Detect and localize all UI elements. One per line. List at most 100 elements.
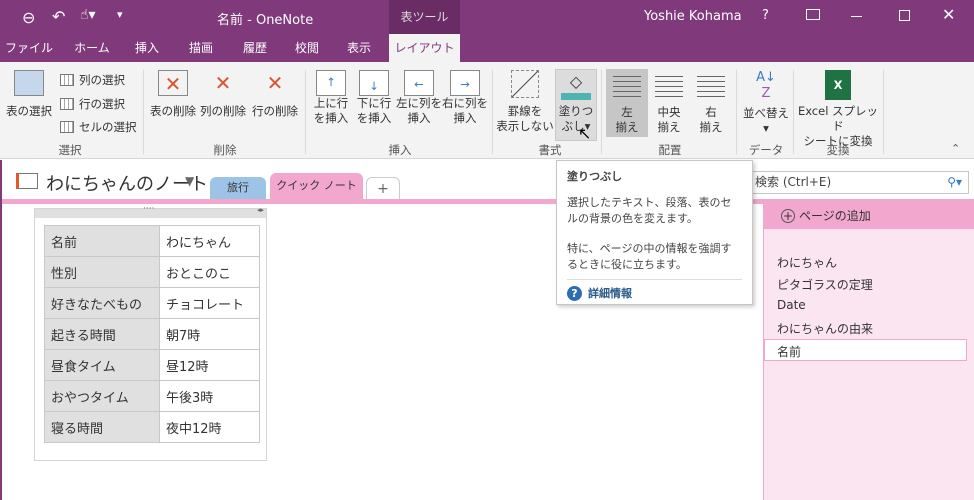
notebook-dropdown-icon[interactable]: ▼ <box>185 174 194 188</box>
help-button[interactable]: ? <box>762 8 769 23</box>
window-title: 名前 - OneNote <box>217 13 314 28</box>
insert-below-icon: ↓ <box>359 70 389 96</box>
align-right-button[interactable]: 右揃え <box>690 69 732 135</box>
value-cell[interactable]: チョコレート <box>159 287 260 319</box>
search-input[interactable]: 検索 (Ctrl+E) ⚲▾ <box>750 171 969 194</box>
select-cell-button[interactable]: セルの選択 <box>60 119 137 135</box>
delete-table-button[interactable]: ✕ 表の削除 <box>148 70 198 119</box>
tab-file[interactable]: ファイル <box>0 34 58 62</box>
tab-insert[interactable]: 挿入 <box>122 34 172 62</box>
ribbon-tabs: ファイル ホーム 挿入 描画 履歴 校閲 表示 レイアウト <box>0 34 974 62</box>
touch-mode-icon[interactable]: ☝▾ <box>80 7 96 23</box>
label: 揃え <box>657 120 681 134</box>
value-cell[interactable]: わにちゃん <box>159 225 260 257</box>
key-cell[interactable]: 昼食タイム <box>44 349 160 381</box>
page-item[interactable]: 名前 <box>777 343 801 360</box>
group-label-format: 書式 <box>538 143 562 157</box>
sort-button[interactable]: A↓ Z 並べ替え ▾ <box>740 70 792 136</box>
container-handle[interactable]: ···· ◂▸ <box>35 204 266 218</box>
insert-above-button[interactable]: ↑ 上に行 を挿入 <box>310 70 352 126</box>
label: 挿入 <box>453 111 477 125</box>
notebook-name[interactable]: わにちゃんのノート <box>46 170 208 196</box>
select-table-button[interactable]: 表の選択 <box>4 70 54 119</box>
group-label-select: 選択 <box>58 143 82 157</box>
label: セルの選択 <box>79 120 137 134</box>
page-item[interactable]: わにちゃんの由来 <box>777 320 873 337</box>
value-cell[interactable]: 夜中12時 <box>159 411 260 443</box>
section-tab-quick-notes[interactable]: クイック ノート <box>270 173 363 199</box>
resize-handle-icon[interactable]: ◂▸ <box>257 206 264 214</box>
label: 右 <box>705 105 717 119</box>
select-row-button[interactable]: 行の選択 <box>60 96 125 112</box>
tab-history[interactable]: 履歴 <box>230 34 280 62</box>
value-cell[interactable]: おとこのこ <box>159 256 260 288</box>
align-left-button[interactable]: 左揃え <box>606 69 648 137</box>
tab-view[interactable]: 表示 <box>334 34 384 62</box>
minimize-icon[interactable] <box>851 16 862 17</box>
key-cell[interactable]: 名前 <box>44 225 160 257</box>
tooltip-body: 特に、ページの中の情報を強調するときに役に立ちます。 <box>567 242 732 271</box>
divider <box>601 70 602 154</box>
table-row: 性別 おとこのこ <box>44 256 260 288</box>
label: 右に列を <box>442 96 488 110</box>
key-cell[interactable]: 性別 <box>44 256 160 288</box>
label: 中央 <box>657 105 681 119</box>
hide-borders-icon <box>511 70 539 98</box>
key-cell[interactable]: 好きなたべもの <box>44 287 160 319</box>
tab-review[interactable]: 校閲 <box>282 34 332 62</box>
close-icon[interactable]: ✕ <box>942 5 955 24</box>
value-cell[interactable]: 昼12時 <box>159 349 260 381</box>
align-center-button[interactable]: 中央 揃え <box>648 69 690 135</box>
add-section-button[interactable]: + <box>366 177 400 199</box>
convert-to-excel-button[interactable]: X Excel スプレッド シートに変換 <box>796 70 880 149</box>
delete-row-button[interactable]: ✕ 行の削除 <box>250 70 300 119</box>
user-name[interactable]: Yoshie Kohama <box>644 9 742 24</box>
page-item[interactable]: ピタゴラスの定理 <box>777 276 873 293</box>
delete-column-button[interactable]: ✕ 列の削除 <box>198 70 248 119</box>
customize-qat-icon[interactable]: ▾ <box>117 8 123 21</box>
table-row: 名前 わにちゃん <box>44 225 260 257</box>
value-cell[interactable]: 午後3時 <box>159 380 260 412</box>
more-info-link[interactable]: ? 詳細情報 <box>567 279 742 302</box>
excel-icon: X <box>825 70 851 100</box>
label: 左に列を <box>396 96 442 110</box>
insert-below-button[interactable]: ↓ 下に行 を挿入 <box>353 70 395 126</box>
maximize-icon[interactable] <box>899 10 910 21</box>
divider <box>143 70 144 154</box>
insert-left-button[interactable]: ← 左に列を 挿入 <box>396 70 442 126</box>
label: 下に行 <box>356 96 392 110</box>
section-tab-travel[interactable]: 旅行 <box>210 177 266 199</box>
key-cell[interactable]: 寝る時間 <box>44 411 160 443</box>
tab-home[interactable]: ホーム <box>64 34 120 62</box>
back-icon[interactable]: ⊖ <box>22 8 35 27</box>
label: 左 <box>621 105 633 119</box>
insert-right-button[interactable]: → 右に列を 挿入 <box>442 70 488 126</box>
label: 揃え <box>699 120 723 134</box>
divider <box>793 70 794 154</box>
key-cell[interactable]: 起きる時間 <box>44 318 160 350</box>
notebook-icon <box>16 173 38 189</box>
ribbon-display-icon[interactable] <box>806 9 820 20</box>
page-item[interactable]: わにちゃん <box>777 254 837 271</box>
column-grid-icon <box>60 74 74 86</box>
page-item[interactable]: Date <box>777 298 806 312</box>
table-row: 好きなたべもの チョコレート <box>44 287 260 319</box>
undo-icon[interactable]: ↶ <box>52 7 65 26</box>
delete-table-icon: ✕ <box>158 70 188 96</box>
select-column-button[interactable]: 列の選択 <box>60 72 125 88</box>
tab-draw[interactable]: 描画 <box>176 34 226 62</box>
search-icon[interactable]: ⚲▾ <box>947 172 962 193</box>
table-row: 昼食タイム 昼12時 <box>44 349 260 381</box>
collapse-ribbon-icon[interactable]: ⌃ <box>951 142 960 155</box>
hide-borders-button[interactable]: 罫線を 表示しない <box>496 70 554 134</box>
table-tools-context-label: 表ツール <box>389 0 460 34</box>
align-center-icon <box>655 72 683 100</box>
tooltip-title: 塗りつぶし <box>567 170 623 183</box>
label: を挿入 <box>313 111 349 125</box>
group-label-insert: 挿入 <box>388 143 412 157</box>
plus-circle-icon: + <box>781 209 795 223</box>
value-cell[interactable]: 朝7時 <box>159 318 260 350</box>
add-page-button[interactable]: + ページの追加 <box>763 204 974 229</box>
tab-layout[interactable]: レイアウト <box>389 34 460 62</box>
key-cell[interactable]: おやつタイム <box>44 380 160 412</box>
